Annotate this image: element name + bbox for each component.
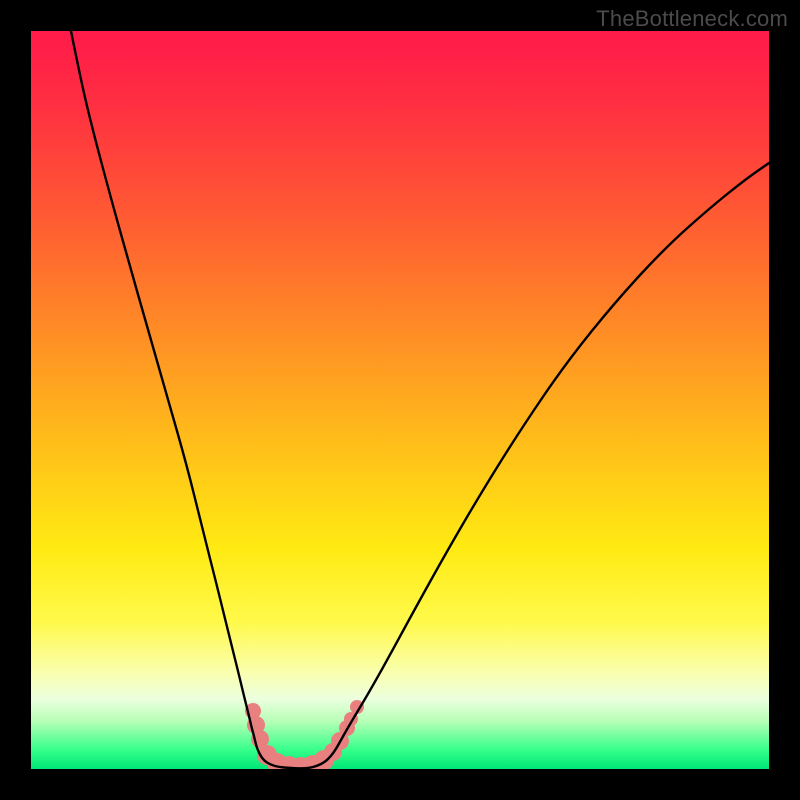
bottleneck-curve: [71, 31, 769, 768]
plot-area: [31, 31, 769, 769]
curve-layer: [31, 31, 769, 769]
attribution-text: TheBottleneck.com: [596, 6, 788, 32]
chart-frame: TheBottleneck.com: [0, 0, 800, 800]
